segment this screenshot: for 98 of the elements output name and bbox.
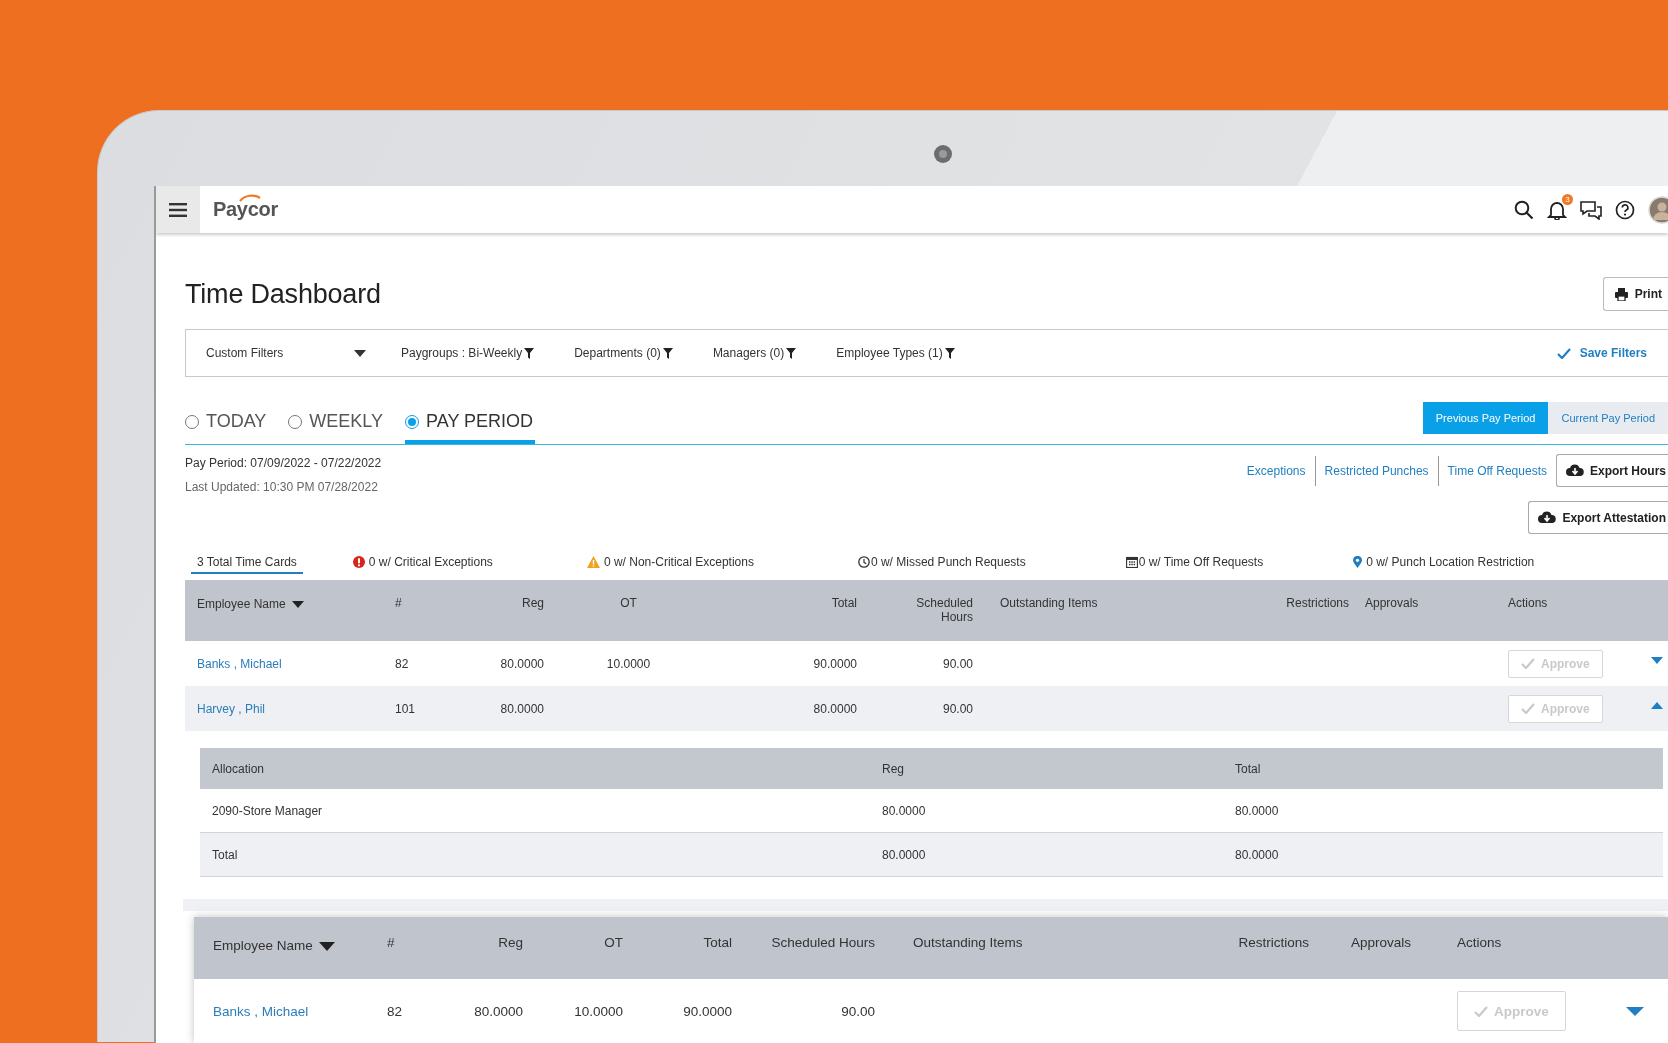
bell-icon[interactable] (1547, 199, 1567, 220)
sort-caret-icon[interactable] (291, 601, 304, 608)
table-cell: 80.0000 (1235, 803, 1279, 818)
filter-icon[interactable] (662, 347, 673, 359)
report-link[interactable]: Time Off Requests (1437, 455, 1556, 486)
column-header: Outstanding Items (913, 935, 1023, 950)
swoosh-icon (239, 194, 261, 202)
table-cell: 82 (395, 656, 409, 671)
radio-option[interactable]: WEEKLY (288, 403, 386, 444)
table-cell: 82 (387, 1003, 403, 1019)
camera-icon (933, 144, 953, 164)
column-header: Total (703, 935, 732, 950)
table-cell: 80.0000 (1235, 847, 1279, 862)
column-header: # (395, 596, 402, 610)
table-cell: 80.0000 (882, 803, 926, 818)
table-cell: 80.0000 (500, 701, 544, 716)
check-icon (1521, 703, 1535, 714)
column-header: Restrictions (1238, 935, 1309, 950)
error-icon (352, 556, 365, 568)
caret-down-icon (354, 349, 366, 357)
summary-tab[interactable]: 3 Total Time Cards (191, 552, 303, 574)
page-title: Time Dashboard (185, 278, 381, 310)
table-cell: 101 (395, 701, 416, 716)
check-icon (1556, 347, 1571, 359)
table-cell: 2090-Store Manager (212, 803, 323, 818)
report-link[interactable]: Exceptions (1237, 455, 1315, 486)
cloud-download-icon (1538, 511, 1557, 524)
column-header: Actions (1457, 935, 1502, 950)
radio-option[interactable]: TODAY (185, 403, 269, 444)
menu-icon (169, 202, 187, 217)
summary-tab[interactable]: 0 w/ Missed Punch Requests (851, 552, 1032, 574)
summary-tab[interactable]: 0 w/ Punch Location Restriction (1347, 552, 1541, 574)
table-cell: 90.0000 (813, 656, 857, 671)
column-header: Restrictions (1286, 596, 1349, 610)
location-pin-icon (1353, 556, 1363, 568)
help-icon[interactable] (1615, 199, 1635, 220)
save-filters-button[interactable]: Save Filters (1550, 345, 1668, 361)
sort-column-header[interactable]: Employee Name (213, 938, 313, 953)
logo[interactable]: Paycor (213, 198, 278, 220)
filter-chip[interactable]: Managers (0) (712, 346, 797, 360)
radio-option[interactable]: PAY PERIOD (405, 403, 536, 444)
report-link[interactable]: Restricted Punches (1314, 455, 1438, 486)
column-header: Actions (1508, 596, 1548, 610)
column-header: Scheduled Hours (916, 596, 973, 624)
check-icon (1474, 1005, 1488, 1017)
table-cell: 90.0000 (683, 1003, 732, 1019)
column-header: Reg (882, 761, 904, 776)
pay-period-toggle[interactable]: Current Pay Period (1548, 402, 1668, 434)
filter-icon[interactable] (524, 347, 535, 359)
column-header: Total (1235, 761, 1261, 776)
sort-column-header[interactable]: Employee Name (197, 597, 286, 611)
table-cell: Total (212, 847, 238, 862)
search-icon[interactable] (1514, 199, 1534, 220)
column-header: Approvals (1351, 935, 1412, 950)
table-cell: 90.00 (942, 701, 973, 716)
filter-icon[interactable] (786, 347, 797, 359)
filter-icon[interactable] (944, 347, 955, 359)
column-header: OT (620, 596, 637, 610)
clock-icon (857, 556, 870, 568)
summary-tab[interactable]: 0 w/ Time Off Requests (1119, 552, 1270, 574)
notification-badge: 3 (1562, 193, 1573, 205)
table-cell: 90.00 (841, 1003, 875, 1019)
column-header: Reg (522, 596, 544, 610)
table-cell: 90.00 (942, 656, 973, 671)
menu-button[interactable] (156, 186, 200, 233)
cloud-download-icon (1566, 464, 1584, 477)
warning-icon (586, 556, 600, 568)
summary-tab[interactable]: 0 w/ Non-Critical Exceptions (580, 552, 760, 574)
check-icon (1521, 658, 1535, 669)
column-header: Reg (498, 935, 523, 950)
table-cell: 10.0000 (574, 1003, 623, 1019)
filter-chip[interactable]: Paygroups : Bi-Weekly (401, 346, 535, 360)
chat-icon[interactable] (1580, 199, 1602, 220)
avatar-icon[interactable] (1648, 195, 1668, 224)
custom-filters-dropdown[interactable]: Custom Filters (186, 346, 366, 360)
table-cell: 80.0000 (813, 701, 857, 716)
column-header: OT (604, 935, 623, 950)
table-cell: 80.0000 (882, 847, 926, 862)
export-button[interactable]: Export Hours (1556, 454, 1668, 487)
printer-icon (1614, 287, 1628, 301)
column-header: Approvals (1365, 596, 1419, 610)
filter-chip[interactable]: Departments (0) (574, 346, 673, 360)
filter-chip[interactable]: Employee Types (1) (836, 346, 955, 360)
summary-tab[interactable]: 0 w/ Critical Exceptions (346, 552, 499, 574)
calendar-icon (1125, 556, 1138, 568)
print-button[interactable]: Print (1602, 277, 1668, 311)
last-updated-text: Last Updated: 10:30 PM 07/28/2022 (185, 480, 379, 494)
table-cell: 80.0000 (474, 1003, 523, 1019)
sort-caret-icon[interactable] (318, 942, 335, 951)
pay-period-text: Pay Period: 07/09/2022 - 07/22/2022 (185, 456, 382, 470)
column-header: Scheduled Hours (771, 935, 875, 950)
table-cell: 10.0000 (606, 656, 651, 671)
column-header: # (387, 935, 395, 950)
column-header: Total (831, 596, 857, 610)
column-header: Allocation (212, 761, 265, 776)
column-header: Outstanding Items (1000, 596, 1098, 610)
table-cell: 80.0000 (500, 656, 544, 671)
export-button[interactable]: Export Attestation (1528, 501, 1668, 534)
